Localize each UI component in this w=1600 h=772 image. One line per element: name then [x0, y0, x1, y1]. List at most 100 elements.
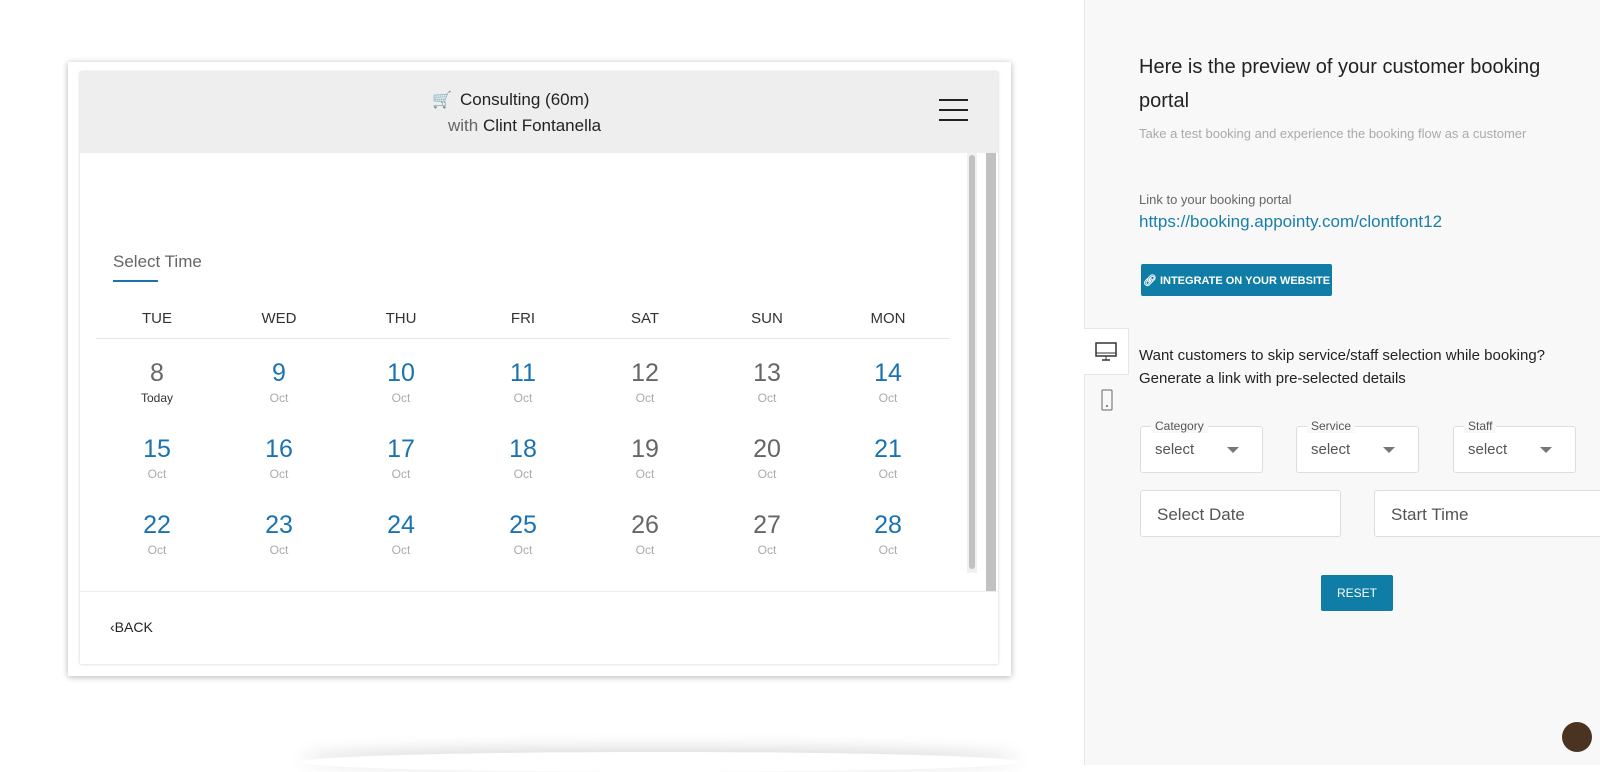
scrollbar-outer[interactable] — [986, 153, 996, 591]
day-month: Oct — [513, 467, 533, 481]
day-number: 19 — [631, 435, 659, 463]
day-number: 23 — [265, 511, 293, 539]
panel-title: Here is the preview of your customer boo… — [1139, 56, 1541, 112]
caret-down-icon — [1540, 447, 1552, 453]
calendar-day[interactable]: 9 Oct — [229, 359, 329, 405]
tab-underline — [113, 280, 158, 282]
category-dropdown[interactable]: Category select — [1140, 419, 1263, 473]
weekday-header: FRI — [510, 310, 536, 327]
staff-name: Clint Fontanella — [482, 116, 602, 135]
service-dropdown[interactable]: Service select — [1296, 419, 1419, 473]
day-number: 12 — [631, 359, 659, 387]
portal-header: 🛒 Consulting (60m) with Clint Fontanella — [80, 72, 998, 153]
with-label: with — [448, 116, 479, 135]
calendar-day[interactable]: 17 Oct — [351, 435, 451, 481]
day-month: Oct — [757, 391, 777, 405]
calendar-day[interactable]: 16 Oct — [229, 435, 329, 481]
integrate-button[interactable]: 🔗︎ INTEGRATE ON YOUR WEBSITE — [1141, 264, 1332, 296]
calendar-day[interactable]: 10 Oct — [351, 359, 451, 405]
weekday-header: SUN — [751, 310, 783, 327]
day-number: 16 — [265, 435, 293, 463]
link-label: Link to your booking portal — [1139, 192, 1292, 207]
service-title: Consulting (60m) — [460, 90, 590, 109]
calendar-day[interactable]: 18 Oct — [473, 435, 573, 481]
desktop-view-tab[interactable] — [1084, 328, 1129, 375]
day-number: 27 — [753, 511, 781, 539]
day-month: Oct — [635, 467, 655, 481]
calendar-day[interactable]: 19 Oct — [595, 435, 695, 481]
calendar-day[interactable]: 23 Oct — [229, 511, 329, 557]
mobile-view-tab[interactable] — [1085, 380, 1129, 420]
booking-portal-link[interactable]: https://booking.appointy.com/clontfont12 — [1139, 212, 1442, 232]
calendar-day[interactable]: 24 Oct — [351, 511, 451, 557]
back-button[interactable]: ‹BACK — [110, 619, 153, 635]
calendar-day[interactable]: 8 Today — [107, 359, 207, 405]
preview-panel: Here is the preview of your customer boo… — [1084, 0, 1600, 765]
day-month: Oct — [513, 543, 533, 557]
day-number: 15 — [143, 435, 171, 463]
day-month: Today — [140, 391, 174, 405]
calendar-day[interactable]: 15 Oct — [107, 435, 207, 481]
weekday-header: THU — [385, 310, 417, 327]
calendar-day[interactable]: 22 Oct — [107, 511, 207, 557]
calendar-day[interactable]: 12 Oct — [595, 359, 695, 405]
day-number: 9 — [272, 359, 286, 387]
day-number: 21 — [874, 435, 902, 463]
calendar-day[interactable]: 27 Oct — [717, 511, 817, 557]
booking-preview: 🛒 Consulting (60m) with Clint Fontanella… — [68, 62, 1011, 676]
day-month: Oct — [147, 543, 167, 557]
integrate-label: INTEGRATE ON YOUR WEBSITE — [1159, 274, 1331, 287]
day-number: 14 — [874, 359, 902, 387]
day-month: Oct — [391, 467, 411, 481]
reset-button[interactable]: RESET — [1321, 575, 1393, 611]
day-month: Oct — [391, 543, 411, 557]
calendar-day[interactable]: 21 Oct — [838, 435, 938, 481]
day-number: 10 — [387, 359, 415, 387]
day-number: 8 — [150, 359, 164, 387]
question-line-2: Generate a link with pre-selected detail… — [1139, 370, 1406, 387]
back-label: BACK — [114, 619, 153, 635]
calendar-day[interactable]: 11 Oct — [473, 359, 573, 405]
day-number: 11 — [510, 359, 536, 387]
day-number: 20 — [753, 435, 781, 463]
day-month: Oct — [391, 391, 411, 405]
day-month: Oct — [878, 391, 898, 405]
decorative-shadow — [300, 752, 1020, 772]
day-month: Oct — [269, 543, 289, 557]
staff-label: Staff — [1464, 419, 1497, 433]
calendar-day[interactable]: 25 Oct — [473, 511, 573, 557]
staff-dropdown[interactable]: Staff select — [1453, 419, 1576, 473]
calendar-day[interactable]: 20 Oct — [717, 435, 817, 481]
select-date-input[interactable]: Select Date — [1140, 490, 1341, 537]
day-month: Oct — [269, 467, 289, 481]
staff-value: select — [1468, 441, 1508, 458]
avatar[interactable] — [1562, 722, 1592, 752]
service-label: Service — [1307, 419, 1356, 433]
service-value: select — [1311, 441, 1351, 458]
mobile-icon — [1101, 389, 1113, 411]
day-number: 13 — [753, 359, 781, 387]
calendar-day[interactable]: 28 Oct — [838, 511, 938, 557]
calendar-day[interactable]: 26 Oct — [595, 511, 695, 557]
caret-down-icon — [1227, 447, 1239, 453]
booking-portal-frame: 🛒 Consulting (60m) with Clint Fontanella… — [80, 72, 998, 664]
day-number: 26 — [631, 511, 659, 539]
day-month: Oct — [635, 391, 655, 405]
panel-subtitle: Take a test booking and experience the b… — [1139, 126, 1527, 141]
hamburger-menu-icon[interactable] — [939, 99, 968, 129]
day-number: 25 — [509, 511, 537, 539]
day-month: Oct — [147, 467, 167, 481]
category-label: Category — [1151, 419, 1208, 433]
scrollbar[interactable] — [967, 153, 977, 573]
calendar-day[interactable]: 14 Oct — [838, 359, 938, 405]
cart-icon: 🛒 — [432, 92, 452, 109]
caret-down-icon — [1383, 447, 1395, 453]
start-time-input[interactable]: Start Time — [1374, 490, 1600, 537]
divider — [96, 338, 949, 339]
day-month: Oct — [878, 467, 898, 481]
day-number: 18 — [509, 435, 537, 463]
weekday-header: TUE — [142, 310, 172, 327]
select-time-tab[interactable]: Select Time — [113, 252, 202, 272]
calendar-day[interactable]: 13 Oct — [717, 359, 817, 405]
preselect-question: Want customers to skip service/staff sel… — [1139, 344, 1600, 390]
